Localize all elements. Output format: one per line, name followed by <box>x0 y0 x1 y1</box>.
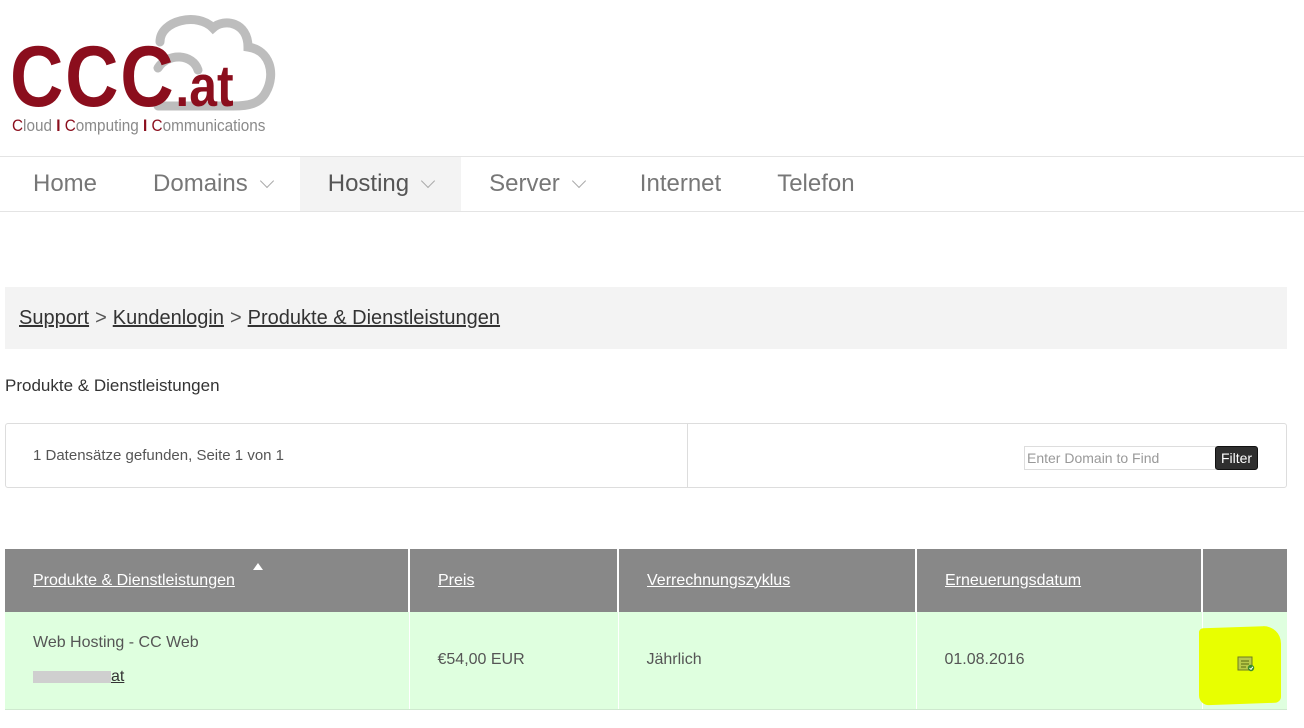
breadcrumb: Support > Kundenlogin > Produkte & Diens… <box>5 287 1287 349</box>
nav-item-hosting[interactable]: Hosting <box>299 157 462 211</box>
breadcrumb-separator: > <box>229 306 242 329</box>
header-preis: Preis <box>409 549 619 612</box>
sort-erneuerung-link[interactable]: Erneuerungsdatum <box>945 572 1081 589</box>
logo-wordmark: CCC.at <box>10 29 234 125</box>
main-nav: Home Domains Hosting Server Internet Tel… <box>0 156 1304 212</box>
page-title: Produkte & Dienstleistungen <box>5 376 220 395</box>
header-verrechnungszyklus: Verrechnungszyklus <box>618 549 917 612</box>
details-icon[interactable] <box>1237 656 1255 672</box>
cell-product: Web Hosting - CC Web at <box>5 612 410 710</box>
sort-preis-link[interactable]: Preis <box>438 572 474 589</box>
sort-produkte-link[interactable]: Produkte & Dienstleistungen <box>33 572 235 589</box>
logo-tagline: Cloud I Computing I Communications <box>12 116 266 135</box>
cell-price: €54,00 EUR <box>409 612 619 710</box>
header-produkte: Produkte & Dienstleistungen <box>5 549 410 612</box>
sort-asc-icon <box>253 563 263 570</box>
sort-zyklus-link[interactable]: Verrechnungszyklus <box>647 572 790 589</box>
table-row: Web Hosting - CC Web at €54,00 EUR Jährl… <box>5 612 1287 710</box>
breadcrumb-kundenlogin[interactable]: Kundenlogin <box>113 307 224 330</box>
table-header-row: Produkte & Dienstleistungen Preis Verrec… <box>5 549 1287 612</box>
products-table: Produkte & Dienstleistungen Preis Verrec… <box>5 549 1287 710</box>
nav-item-telefon[interactable]: Telefon <box>749 157 882 211</box>
domain-link[interactable]: at <box>33 668 124 685</box>
nav-item-domains[interactable]: Domains <box>125 157 300 211</box>
breadcrumb-separator: > <box>95 306 107 329</box>
site-logo[interactable]: CCC.at Cloud I Computing I Communication… <box>8 12 278 144</box>
cell-cycle: Jährlich <box>618 612 917 710</box>
redacted-domain <box>33 671 111 684</box>
filter-button[interactable]: Filter <box>1215 446 1258 470</box>
chevron-down-icon <box>259 173 274 189</box>
records-bar: 1 Datensätze gefunden, Seite 1 von 1 Fil… <box>5 423 1287 488</box>
chevron-down-icon <box>421 173 436 189</box>
header-erneuerungsdatum: Erneuerungsdatum <box>916 549 1203 612</box>
nav-item-server[interactable]: Server <box>461 157 612 211</box>
nav-item-home[interactable]: Home <box>5 157 125 211</box>
nav-item-internet[interactable]: Internet <box>612 157 749 211</box>
product-name: Web Hosting - CC Web <box>33 634 199 652</box>
header-actions <box>1202 549 1287 612</box>
domain-search-input[interactable] <box>1024 446 1216 470</box>
breadcrumb-support[interactable]: Support <box>19 307 89 330</box>
breadcrumb-produkte[interactable]: Produkte & Dienstleistungen <box>248 307 500 330</box>
cell-renewal: 01.08.2016 <box>916 612 1203 710</box>
records-summary: 1 Datensätze gefunden, Seite 1 von 1 <box>6 424 688 487</box>
domain-filter: Filter <box>688 424 1286 487</box>
chevron-down-icon <box>571 173 586 189</box>
cell-action <box>1198 612 1287 710</box>
